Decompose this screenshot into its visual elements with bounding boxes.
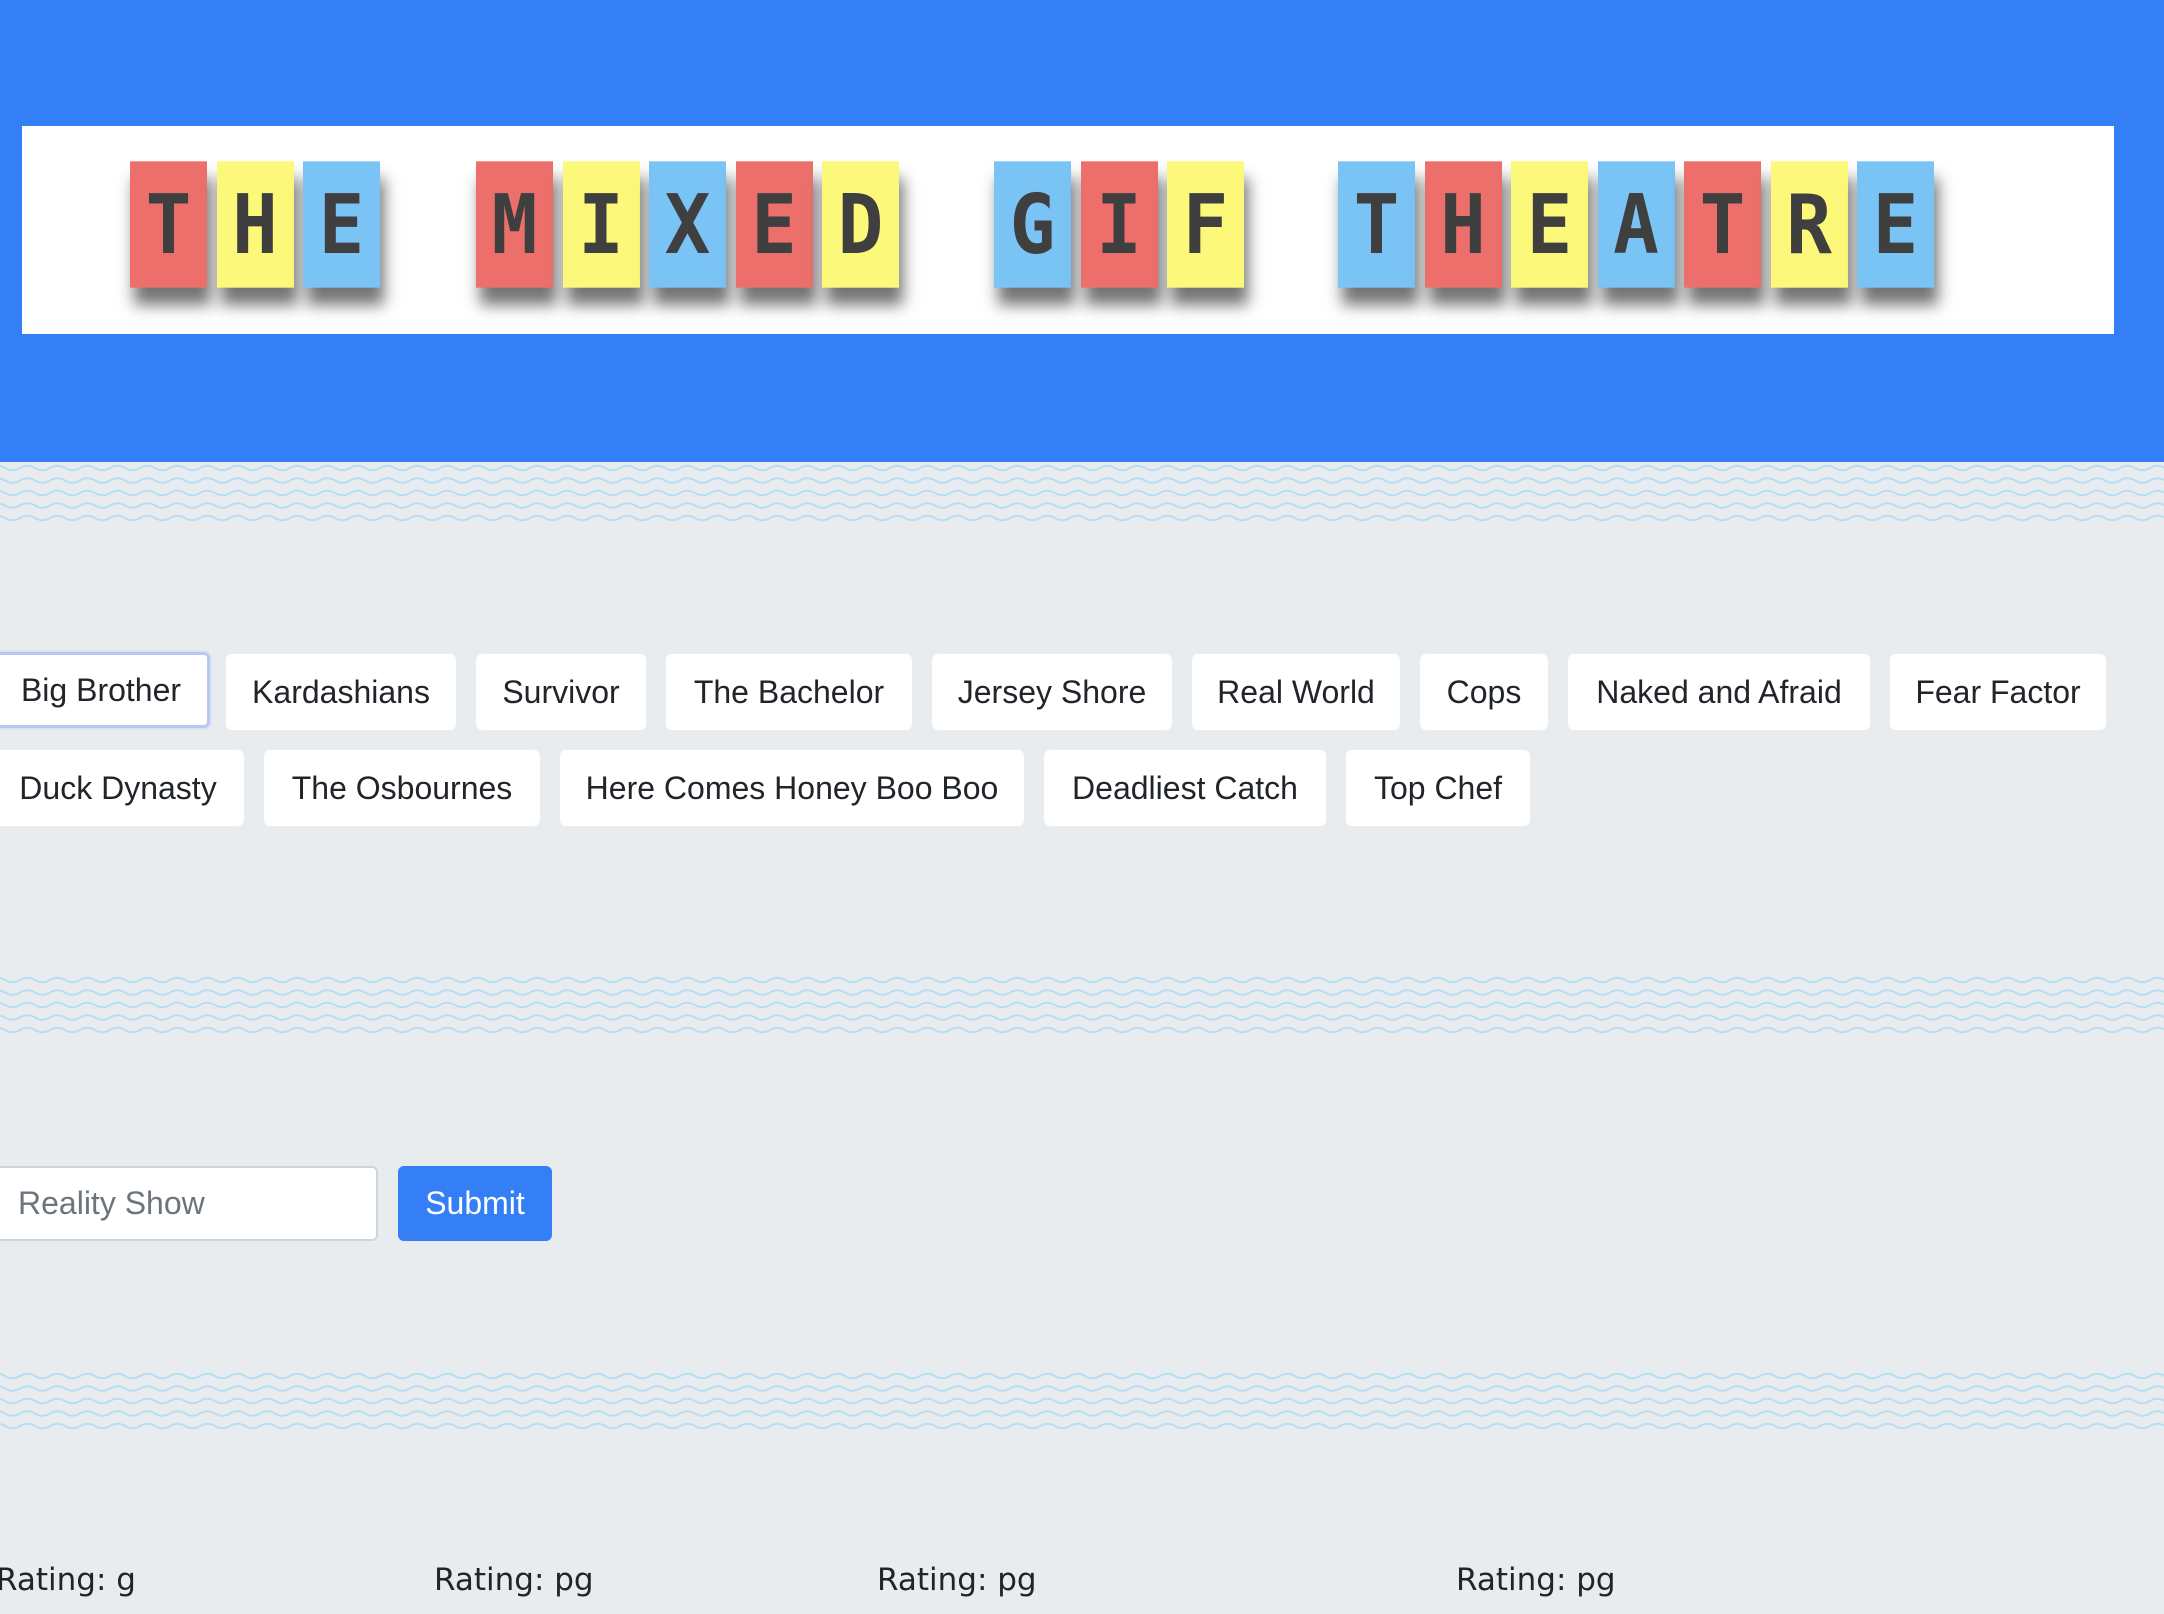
rating-text: Rating: g	[0, 1562, 136, 1598]
wave-pattern	[0, 1372, 2164, 1430]
banner-letter-tile: X	[649, 161, 726, 288]
banner-letter-tile: E	[1857, 161, 1934, 288]
header: THEMIXEDGIFTHEATRE	[0, 0, 2164, 462]
banner-letter-tile: E	[1511, 161, 1588, 288]
rating-text: Rating: pg	[1456, 1562, 1616, 1598]
banner-letter-tile: E	[735, 161, 813, 288]
show-button[interactable]: Survivor	[476, 654, 646, 730]
wave-pattern	[0, 976, 2164, 1034]
show-button[interactable]: Top Chef	[1346, 750, 1530, 826]
wave-divider	[0, 462, 2164, 526]
banner-letter-tile: D	[822, 161, 899, 288]
banner-letter-tile: A	[1597, 161, 1675, 288]
banner-letter-tile: T	[1338, 161, 1415, 288]
show-button[interactable]: Naked and Afraid	[1568, 654, 1870, 730]
show-button[interactable]: Duck Dynasty	[0, 750, 244, 826]
show-button[interactable]: Here Comes Honey Boo Boo	[560, 750, 1024, 826]
reality-show-input[interactable]	[0, 1166, 378, 1241]
banner-letter-tile: H	[216, 161, 294, 288]
show-button[interactable]: The Osbournes	[264, 750, 540, 826]
banner-letter-tile: I	[1080, 161, 1158, 288]
banner-letter-tile: T	[130, 161, 207, 288]
show-button[interactable]: Fear Factor	[1890, 654, 2106, 730]
show-button[interactable]: Jersey Shore	[932, 654, 1172, 730]
banner-letter-tile: H	[1424, 161, 1502, 288]
banner-letter-tile: G	[994, 161, 1071, 288]
submit-button[interactable]: Submit	[398, 1166, 552, 1241]
show-button[interactable]: Kardashians	[226, 654, 456, 730]
banner-letter-tile: M	[476, 161, 553, 288]
show-button[interactable]: Big Brother	[0, 652, 210, 728]
show-button[interactable]: The Bachelor	[666, 654, 912, 730]
show-button[interactable]: Real World	[1192, 654, 1400, 730]
page: THEMIXEDGIFTHEATRE Big Brother Kardashia…	[0, 0, 2164, 1614]
wave-divider	[0, 1370, 2164, 1434]
banner-letter-tiles: THEMIXEDGIFTHEATRE	[22, 126, 2114, 334]
banner-letter-tile: E	[303, 161, 380, 288]
wave-divider	[0, 974, 2164, 1038]
banner-letter-tile: F	[1167, 161, 1244, 288]
banner-letter-tile: T	[1684, 161, 1761, 288]
banner-letter-tile: R	[1770, 161, 1848, 288]
site-banner-logo: THEMIXEDGIFTHEATRE	[22, 126, 2114, 334]
rating-text: Rating: pg	[434, 1562, 594, 1598]
rating-text: Rating: pg	[877, 1562, 1037, 1598]
show-button[interactable]: Deadliest Catch	[1044, 750, 1326, 826]
show-button[interactable]: Cops	[1420, 654, 1548, 730]
banner-letter-tile: I	[562, 161, 640, 288]
wave-pattern	[0, 464, 2164, 522]
